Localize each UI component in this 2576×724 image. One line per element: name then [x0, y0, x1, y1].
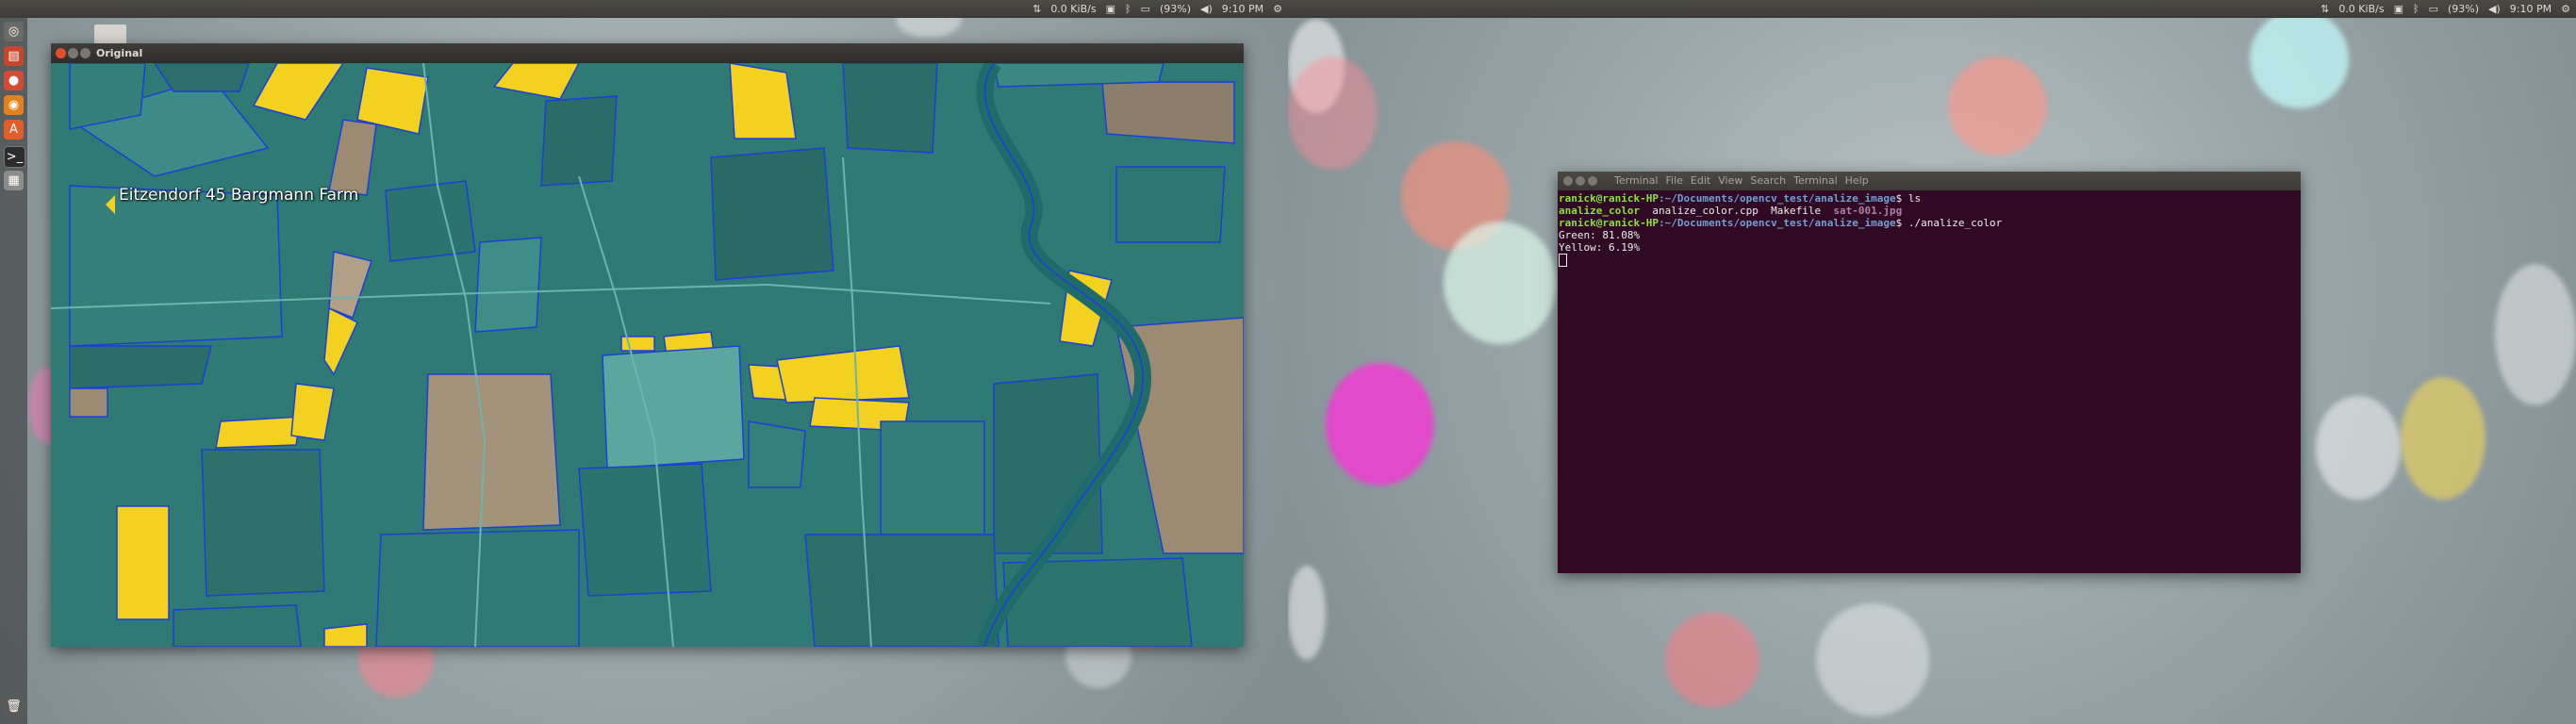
- net-speed: 0.0 KiB/s: [2338, 3, 2385, 15]
- menu-edit[interactable]: Edit: [1691, 172, 1710, 190]
- menu-file[interactable]: File: [1666, 172, 1683, 190]
- network-arrows-icon[interactable]: ⇅: [1032, 3, 1041, 15]
- keyboard-icon[interactable]: ▣: [2394, 3, 2403, 15]
- dash-icon[interactable]: ◎: [4, 22, 24, 41]
- desktop-folder-icon[interactable]: [94, 25, 126, 45]
- ls-files: analize_color.cpp Makefile: [1640, 205, 1834, 217]
- window-title: Original: [96, 47, 143, 59]
- ls-image-file: sat-001.jpg: [1833, 205, 1903, 217]
- command-text: $ ls: [1895, 192, 1922, 205]
- top-panel: ⇅ 0.0 KiB/s ▣ ᛒ ▭ (93%) ◀) 9:10 PM ⚙: [0, 0, 1288, 18]
- keyboard-icon[interactable]: ▣: [1106, 3, 1115, 15]
- output-yellow: Yellow: 6.19%: [1559, 241, 1641, 254]
- ls-executable: analize_color: [1559, 205, 1641, 217]
- satellite-map-image: Eitzendorf 45 Bargmann Farm: [51, 63, 1244, 647]
- terminal-cursor: [1559, 254, 2002, 267]
- gear-icon[interactable]: ⚙: [1273, 3, 1282, 15]
- image-window: Original Eitzendorf 45 Bargmann Farm: [51, 43, 1244, 647]
- menu-terminal[interactable]: Terminal: [1793, 172, 1838, 190]
- browser-icon[interactable]: ●: [4, 71, 24, 90]
- indicator-tray: ⇅ 0.0 KiB/s ▣ ᛒ ▭ (93%) ◀) 9:10 PM ⚙: [2320, 0, 2570, 18]
- prompt-user: ranick@ranick-HP: [1559, 192, 1659, 205]
- battery-icon[interactable]: ▭: [1141, 3, 1150, 15]
- launcher: ◎ ▤ ● ◉ A >_ ▦ 🗑: [0, 18, 27, 724]
- workspace-icon[interactable]: ▦: [4, 171, 24, 190]
- maximize-icon[interactable]: [1588, 176, 1597, 186]
- terminal-titlebar[interactable]: Terminal File Edit View Search Terminal …: [1558, 172, 2301, 190]
- screen-left: ⇅ 0.0 KiB/s ▣ ᛒ ▭ (93%) ◀) 9:10 PM ⚙ ◎ ▤…: [0, 0, 1288, 724]
- net-speed: 0.0 KiB/s: [1050, 3, 1097, 15]
- terminal-window[interactable]: Terminal File Edit View Search Terminal …: [1558, 172, 2301, 573]
- bluetooth-icon[interactable]: ᛒ: [2413, 3, 2419, 15]
- volume-icon[interactable]: ◀): [2488, 3, 2501, 15]
- menu-search[interactable]: Search: [1750, 172, 1786, 190]
- trash-icon[interactable]: 🗑: [4, 697, 24, 716]
- software-center-icon[interactable]: A: [4, 120, 24, 140]
- terminal-line: analize_color analize_color.cpp Makefile…: [1559, 205, 2002, 217]
- minimize-icon[interactable]: [1576, 176, 1585, 186]
- firefox-icon[interactable]: ◉: [4, 95, 24, 115]
- close-icon[interactable]: [1563, 176, 1573, 186]
- screen-right: ⇅ 0.0 KiB/s ▣ ᛒ ▭ (93%) ◀) 9:10 PM ⚙ Ter…: [1288, 0, 2576, 724]
- prompt-path: :~/Documents/opencv_test/analize_image: [1658, 217, 1896, 229]
- map-drawing: [51, 63, 1244, 647]
- output-green: Green: 81.08%: [1559, 229, 1641, 241]
- gear-icon[interactable]: ⚙: [2561, 3, 2570, 15]
- terminal-line: ranick@ranick-HP:~/Documents/opencv_test…: [1559, 192, 2002, 205]
- minimize-icon[interactable]: [68, 48, 78, 58]
- top-panel: ⇅ 0.0 KiB/s ▣ ᛒ ▭ (93%) ◀) 9:10 PM ⚙: [1288, 0, 2576, 18]
- battery-percent: (93%): [1159, 3, 1192, 15]
- battery-icon[interactable]: ▭: [2429, 3, 2438, 15]
- map-place-label: Eitzendorf 45 Bargmann Farm: [119, 186, 359, 205]
- terminal-line: ranick@ranick-HP:~/Documents/opencv_test…: [1559, 217, 2002, 229]
- battery-percent: (93%): [2447, 3, 2480, 15]
- menu-help[interactable]: Help: [1845, 172, 1869, 190]
- terminal-icon[interactable]: >_: [4, 146, 25, 168]
- terminal-app-name: Terminal: [1614, 174, 1659, 187]
- command-text: $ ./analize_color: [1895, 217, 2003, 229]
- indicator-tray: ⇅ 0.0 KiB/s ▣ ᛒ ▭ (93%) ◀) 9:10 PM ⚙: [1032, 0, 1282, 18]
- files-icon[interactable]: ▤: [4, 46, 24, 66]
- network-arrows-icon[interactable]: ⇅: [2320, 3, 2329, 15]
- bluetooth-icon[interactable]: ᛒ: [1125, 3, 1131, 15]
- clock[interactable]: 9:10 PM: [1222, 3, 1263, 15]
- maximize-icon[interactable]: [80, 48, 91, 58]
- volume-icon[interactable]: ◀): [1200, 3, 1213, 15]
- terminal-menubar: Terminal File Edit View Search Terminal …: [1614, 172, 1869, 190]
- image-window-titlebar[interactable]: Original: [51, 43, 1244, 63]
- clock[interactable]: 9:10 PM: [2510, 3, 2551, 15]
- terminal-output[interactable]: ranick@ranick-HP:~/Documents/opencv_test…: [1558, 190, 2003, 269]
- prompt-path: :~/Documents/opencv_test/analize_image: [1658, 192, 1896, 205]
- menu-view[interactable]: View: [1718, 172, 1742, 190]
- prompt-user: ranick@ranick-HP: [1559, 217, 1659, 229]
- close-icon[interactable]: [56, 48, 66, 58]
